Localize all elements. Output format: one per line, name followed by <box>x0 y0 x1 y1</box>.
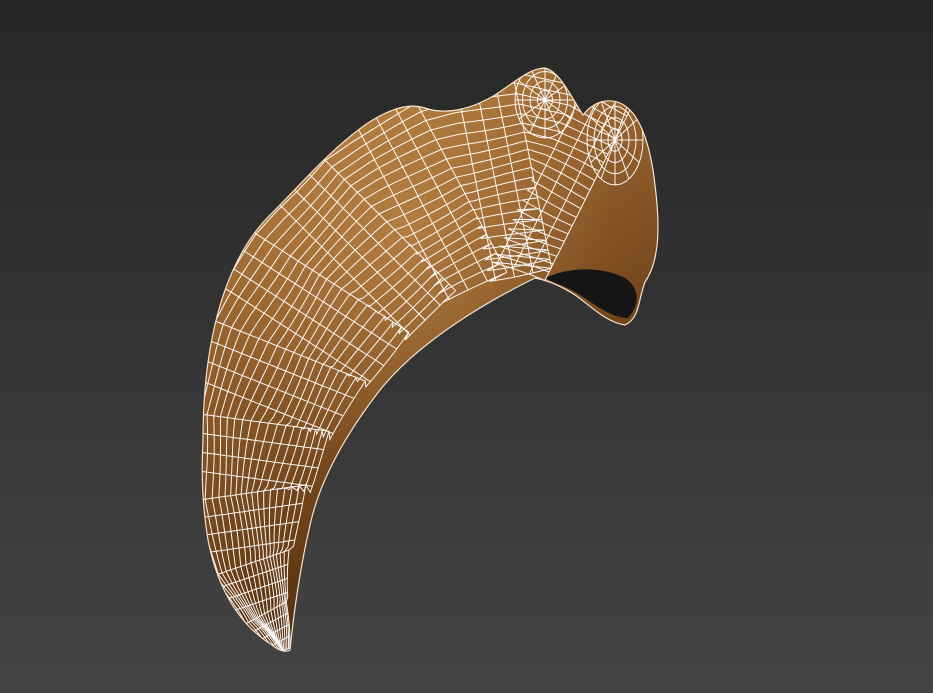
claw-model-render[interactable] <box>0 0 933 693</box>
3d-viewport[interactable] <box>0 0 933 693</box>
